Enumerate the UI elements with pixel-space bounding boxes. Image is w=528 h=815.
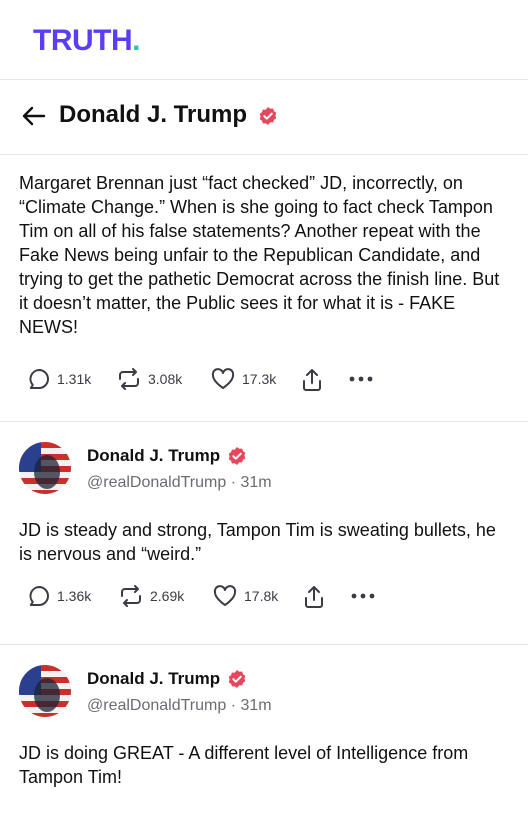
like-button[interactable]: 17.3k [210, 367, 276, 391]
back-arrow-icon[interactable] [22, 106, 46, 126]
post-actions: 1.31k 3.08k 17.3k [27, 367, 387, 395]
profile-header: Donald J. Trump [0, 80, 528, 155]
like-button[interactable]: 17.8k [212, 584, 278, 608]
reply-count: 1.31k [57, 371, 92, 387]
retruth-button[interactable]: 2.69k [118, 584, 184, 608]
post-item[interactable]: Donald J. Trump @realDonaldTrump · 31m J… [0, 645, 528, 815]
like-icon [213, 585, 237, 606]
retruth-icon [121, 585, 141, 607]
avatar-image [19, 442, 71, 494]
retruth-count: 3.08k [148, 371, 183, 387]
verified-badge-icon [228, 447, 246, 465]
retruth-count: 2.69k [150, 588, 185, 604]
logo-dot: . [132, 24, 140, 57]
more-icon [351, 593, 375, 599]
share-icon [305, 586, 323, 608]
post-actions: 1.36k 2.69k 17.8k [27, 584, 387, 612]
author-handle: @realDonaldTrump · 31m [87, 474, 272, 491]
retruth-icon [119, 368, 139, 390]
more-button[interactable] [348, 375, 374, 383]
like-icon [211, 368, 235, 389]
reply-icon [29, 586, 49, 606]
verified-badge-icon [259, 107, 277, 125]
share-button[interactable] [300, 367, 324, 393]
logo-text: TRUTH [33, 24, 133, 57]
post-text: JD is doing GREAT - A different level of… [19, 743, 469, 787]
more-button[interactable] [350, 592, 376, 600]
post-text: Margaret Brennan just “fact checked” JD,… [19, 173, 500, 337]
author-handle: @realDonaldTrump · 31m [87, 697, 272, 714]
top-bar: TRUTH. [0, 0, 528, 80]
reply-button[interactable]: 1.36k [27, 584, 91, 608]
reply-button[interactable]: 1.31k [27, 367, 91, 391]
share-button[interactable] [302, 584, 326, 610]
reply-count: 1.36k [57, 588, 92, 604]
avatar[interactable] [19, 665, 71, 717]
post-item[interactable]: Donald J. Trump @realDonaldTrump · 31m J… [0, 422, 528, 645]
avatar[interactable] [19, 442, 71, 494]
reply-icon [29, 369, 49, 389]
retruth-button[interactable]: 3.08k [116, 367, 182, 391]
like-count: 17.8k [244, 588, 279, 604]
share-icon [303, 369, 321, 391]
like-count: 17.3k [242, 371, 277, 387]
author-name[interactable]: Donald J. Trump [87, 669, 220, 689]
verified-badge-icon [228, 670, 246, 688]
truth-logo[interactable]: TRUTH. [33, 24, 140, 58]
page-title: Donald J. Trump [59, 101, 248, 128]
more-icon [349, 376, 373, 382]
avatar-image [19, 665, 71, 717]
post-main[interactable]: Margaret Brennan just “fact checked” JD,… [0, 155, 528, 422]
author-name[interactable]: Donald J. Trump [87, 446, 220, 466]
post-text: JD is steady and strong, Tampon Tim is s… [19, 520, 496, 564]
